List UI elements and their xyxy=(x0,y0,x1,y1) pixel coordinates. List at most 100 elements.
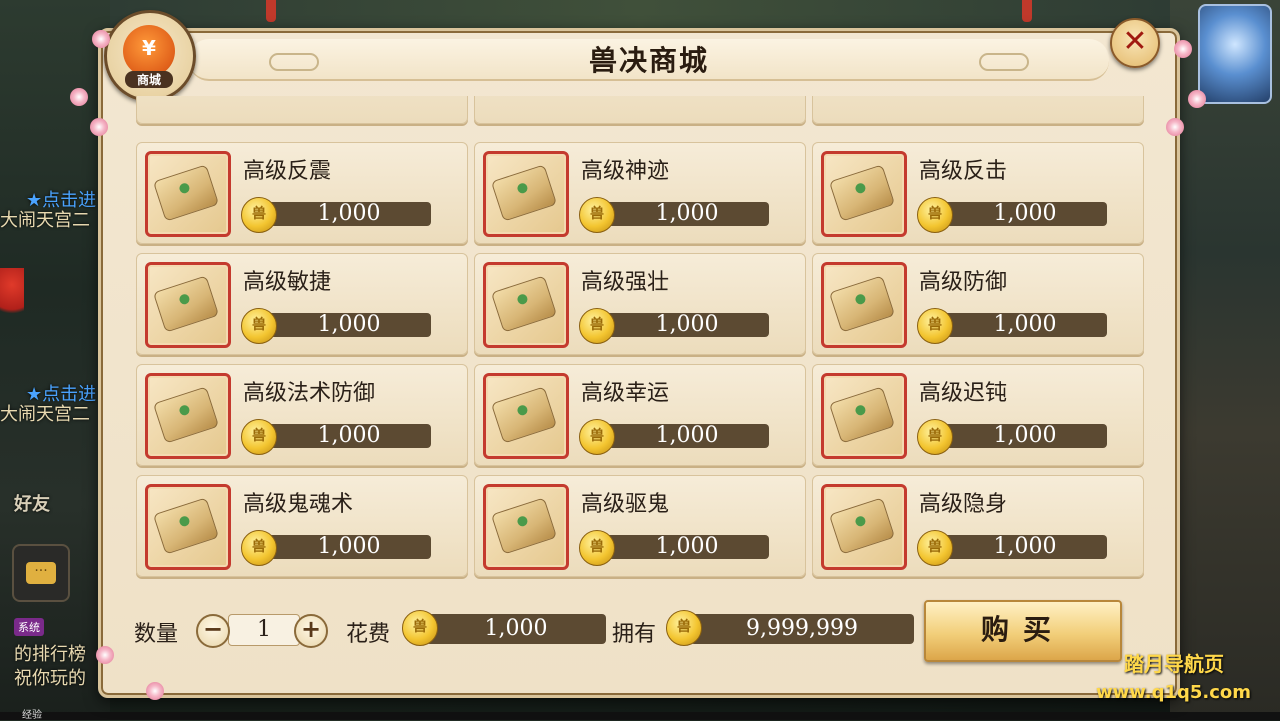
watermark-title: 踏月导航页 xyxy=(1124,652,1224,676)
scroll-emblem-icon xyxy=(178,181,191,195)
scroll-emblem-icon xyxy=(178,514,191,528)
gold-coin-icon: 兽 xyxy=(579,530,615,566)
gold-coin-icon: 兽 xyxy=(241,197,277,233)
scroll-icon xyxy=(152,386,220,444)
skill-book-scroll-icon xyxy=(145,484,231,570)
chat-button[interactable]: ··· xyxy=(12,544,70,602)
shop-item-card[interactable]: 高级幸运 1,000 兽 xyxy=(474,364,806,466)
shop-item-card[interactable]: 高级鬼魂术 1,000 兽 xyxy=(136,475,468,577)
skill-book-scroll-icon xyxy=(821,151,907,237)
gold-coin-icon: 兽 xyxy=(241,530,277,566)
cost-label: 花费 xyxy=(346,622,391,647)
skill-book-scroll-icon xyxy=(483,373,569,459)
scroll-icon xyxy=(490,164,558,222)
item-price: 1,000 xyxy=(943,535,1107,559)
player-avatar[interactable] xyxy=(1198,4,1272,104)
close-button[interactable]: ✕ xyxy=(1110,18,1160,68)
scroll-emblem-icon xyxy=(854,514,867,528)
shop-item-card[interactable]: 高级反震 1,000 兽 xyxy=(136,142,468,244)
cloud-ornament-icon xyxy=(269,53,319,71)
flower-decoration xyxy=(1174,40,1192,58)
item-card-partial[interactable] xyxy=(812,96,1144,124)
cost-value: 1,000 xyxy=(426,614,606,644)
item-name: 高级反震 xyxy=(243,159,332,184)
quantity-field[interactable]: 1 xyxy=(228,614,300,646)
money-bag-icon: ¥ xyxy=(123,25,175,77)
lantern-decoration xyxy=(266,0,276,22)
quantity-increase-button[interactable]: + xyxy=(294,614,328,648)
cloud-ornament-icon xyxy=(979,53,1029,71)
owned-label: 拥有 xyxy=(612,622,657,647)
minus-icon: − xyxy=(202,615,224,643)
buy-button[interactable]: 购买 xyxy=(924,600,1122,662)
scroll-emblem-icon xyxy=(516,514,529,528)
shop-item-card[interactable]: 高级敏捷 1,000 兽 xyxy=(136,253,468,355)
item-name: 高级反击 xyxy=(919,159,1008,184)
title-bar: 兽决商城 xyxy=(189,39,1109,81)
gold-coin-icon: 兽 xyxy=(402,610,438,646)
item-name: 高级神迹 xyxy=(581,159,670,184)
item-price: 1,000 xyxy=(267,535,431,559)
scroll-emblem-icon xyxy=(178,292,191,306)
shop-item-card[interactable]: 高级驱鬼 1,000 兽 xyxy=(474,475,806,577)
scroll-icon xyxy=(828,275,896,333)
flower-decoration xyxy=(70,88,88,106)
lantern-decoration xyxy=(1022,0,1032,22)
experience-bar xyxy=(0,712,1280,720)
watermark-url: www.q1q5.com xyxy=(1096,682,1252,703)
system-badge: 系统 xyxy=(14,618,44,636)
quantity-decrease-button[interactable]: − xyxy=(196,614,230,648)
item-name: 高级强壮 xyxy=(581,270,670,295)
item-price: 1,000 xyxy=(605,424,769,448)
scroll-emblem-icon xyxy=(854,403,867,417)
item-name: 高级幸运 xyxy=(581,381,670,406)
scroll-emblem-icon xyxy=(516,181,529,195)
item-name: 高级隐身 xyxy=(919,492,1008,517)
skill-book-scroll-icon xyxy=(483,262,569,348)
skill-book-scroll-icon xyxy=(483,151,569,237)
scroll-icon xyxy=(828,386,896,444)
gold-coin-icon: 兽 xyxy=(917,530,953,566)
chat-bubble-icon: ··· xyxy=(26,562,56,584)
item-name: 高级法术防御 xyxy=(243,381,376,406)
skill-book-scroll-icon xyxy=(145,151,231,237)
shop-item-card[interactable]: 高级强壮 1,000 兽 xyxy=(474,253,806,355)
shop-item-card[interactable]: 高级迟钝 1,000 兽 xyxy=(812,364,1144,466)
item-price: 1,000 xyxy=(943,313,1107,337)
flower-decoration xyxy=(96,646,114,664)
item-price: 1,000 xyxy=(943,424,1107,448)
gold-coin-icon: 兽 xyxy=(666,610,702,646)
item-price: 1,000 xyxy=(943,202,1107,226)
shop-badge-label: 商城 xyxy=(125,71,173,88)
game-background-left xyxy=(0,0,110,720)
shop-item-card[interactable]: 高级防御 1,000 兽 xyxy=(812,253,1144,355)
shop-item-card[interactable]: 高级隐身 1,000 兽 xyxy=(812,475,1144,577)
item-price: 1,000 xyxy=(267,424,431,448)
scroll-icon xyxy=(152,164,220,222)
shop-item-card[interactable]: 高级法术防御 1,000 兽 xyxy=(136,364,468,466)
item-name: 高级鬼魂术 xyxy=(243,492,354,517)
scroll-emblem-icon xyxy=(516,403,529,417)
gold-coin-icon: 兽 xyxy=(241,419,277,455)
gold-coin-icon: 兽 xyxy=(917,197,953,233)
item-price: 1,000 xyxy=(267,202,431,226)
activity-figure-icon[interactable] xyxy=(0,268,24,324)
item-card-partial[interactable] xyxy=(474,96,806,124)
scroll-icon xyxy=(490,275,558,333)
shop-item-card[interactable]: 高级神迹 1,000 兽 xyxy=(474,142,806,244)
scroll-icon xyxy=(490,497,558,555)
scroll-icon xyxy=(152,497,220,555)
scroll-icon xyxy=(152,275,220,333)
flower-decoration xyxy=(146,682,164,700)
friends-button[interactable]: 好友 xyxy=(14,490,50,516)
gold-coin-icon: 兽 xyxy=(579,308,615,344)
experience-label: 经验 xyxy=(22,710,42,721)
scroll-emblem-icon xyxy=(516,292,529,306)
owned-value: 9,999,999 xyxy=(690,614,914,644)
item-card-partial[interactable] xyxy=(136,96,468,124)
flower-decoration xyxy=(1166,118,1184,136)
shop-item-card[interactable]: 高级反击 1,000 兽 xyxy=(812,142,1144,244)
item-price: 1,000 xyxy=(267,313,431,337)
item-name: 高级迟钝 xyxy=(919,381,1008,406)
skill-book-scroll-icon xyxy=(145,373,231,459)
